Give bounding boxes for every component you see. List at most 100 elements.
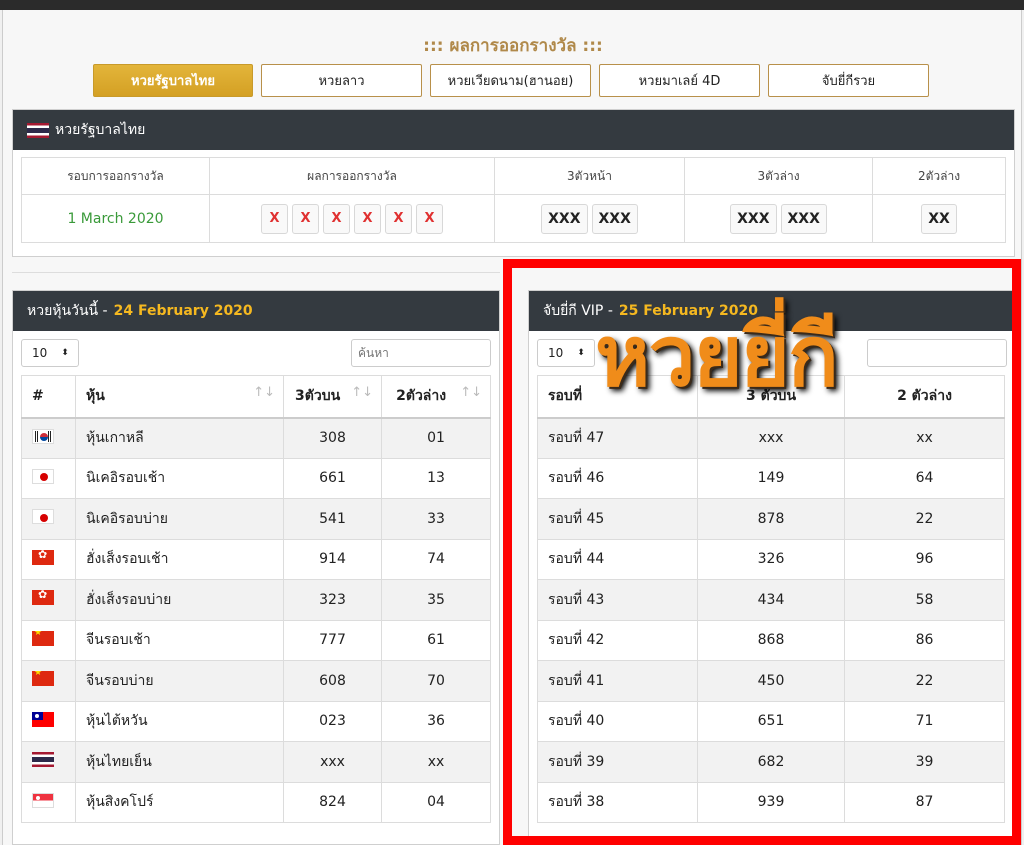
- table-row: จีนรอบบ่าย60870: [21, 660, 491, 702]
- table-row: ฮั่งเส็งรอบบ่าย32335: [21, 579, 491, 621]
- yiki-top3: 878: [697, 498, 845, 540]
- stock-search-input[interactable]: [351, 339, 491, 367]
- stock-top3: 914: [283, 538, 382, 580]
- stock-top3: 608: [283, 660, 382, 702]
- col-top3[interactable]: 3ตัวบน ↑↓: [283, 375, 382, 419]
- yiki-panel-title: จับยี่กี VIP -: [543, 303, 613, 319]
- divider: [12, 272, 500, 273]
- result-digit: X: [385, 203, 412, 234]
- yiki-table-body: รอบที่ 47 xxx xx รอบที่ 46 149 64 รอบที่ 45 878…: [537, 417, 1005, 823]
- window-top-bar: [0, 0, 1024, 10]
- col-index-label: #: [32, 388, 44, 405]
- flag-cell: [21, 781, 76, 823]
- back2-values: XX: [872, 194, 1006, 243]
- col-bottom2[interactable]: 2ตัวล่าง ↑↓: [381, 375, 491, 419]
- header-front3: 3ตัวหน้า: [494, 157, 685, 195]
- col-round[interactable]: รอบที่: [537, 375, 698, 419]
- result-digits: XXXXXX: [209, 194, 495, 243]
- result-digit: X: [416, 203, 443, 234]
- table-row: จีนรอบเช้า77761: [21, 619, 491, 661]
- result-digit: X: [261, 203, 288, 234]
- stock-top3: 323: [283, 579, 382, 621]
- table-row: หุ้นเกาหลี 308 01: [21, 417, 491, 459]
- yiki-bottom2: 71: [844, 700, 1005, 742]
- table-row: หุ้นไทยเย็น xxx xx: [21, 741, 491, 783]
- stock-bottom2: 35: [381, 579, 491, 621]
- front3-value: XXX: [591, 203, 638, 234]
- col-top3[interactable]: 3 ตัวบน: [697, 375, 845, 419]
- stock-bottom2: 61: [381, 619, 491, 661]
- page-size-value: 10: [548, 346, 564, 360]
- table-row: รอบที่ 46 149 64: [537, 457, 1005, 499]
- sg-flag-icon: [32, 792, 54, 808]
- lottery-tabs: หวยรัฐบาลไทย หวยลาว หวยเวียดนาม(ฮานอย) ห…: [93, 64, 929, 97]
- flag-cell: [21, 619, 76, 661]
- yiki-round: รอบที่ 43: [537, 579, 698, 621]
- stock-top3: 308: [283, 417, 382, 459]
- col-bottom2[interactable]: 2 ตัวล่าง: [844, 375, 1005, 419]
- flag-cell: [21, 741, 76, 783]
- jp-flag-icon: [32, 509, 54, 525]
- table-row: รอบที่ 47 xxx xx: [537, 417, 1005, 459]
- tab-lao[interactable]: หวยลาว: [261, 64, 422, 97]
- yiki-bottom2: 58: [844, 579, 1005, 621]
- yiki-round: รอบที่ 41: [537, 660, 698, 702]
- thai-panel-header: หวยรัฐบาลไทย: [13, 110, 1014, 150]
- yiki-bottom2: 87: [844, 781, 1005, 823]
- tab-yiki[interactable]: จับยี่กีรวย: [768, 64, 929, 97]
- flag-cell: [21, 417, 76, 459]
- sort-icon: ↑↓: [351, 385, 373, 401]
- col-index[interactable]: #: [21, 375, 76, 419]
- yiki-bottom2: 86: [844, 619, 1005, 661]
- flag-cell: [21, 457, 76, 499]
- round-date: 1 March 2020: [21, 194, 210, 243]
- select-arrows-icon: ⬍: [577, 348, 585, 358]
- table-row: รอบที่ 43 434 58: [537, 579, 1005, 621]
- stock-name: ฮั่งเส็งรอบบ่าย: [75, 579, 284, 621]
- stock-bottom2: 36: [381, 700, 491, 742]
- yiki-bottom2: 39: [844, 741, 1005, 783]
- table-row: รอบที่ 45 878 22: [537, 498, 1005, 540]
- stock-panel-header: หวยหุ้นวันนี้ - 24 February 2020: [13, 291, 499, 331]
- yiki-bottom2: 22: [844, 498, 1005, 540]
- tab-vietnam-hanoi[interactable]: หวยเวียดนาม(ฮานอย): [430, 64, 591, 97]
- table-row: รอบที่ 41 450 22: [537, 660, 1005, 702]
- header-round: รอบการออกรางวัล: [21, 157, 210, 195]
- stock-top3: 541: [283, 498, 382, 540]
- yiki-top3: 939: [697, 781, 845, 823]
- stock-bottom2: 74: [381, 538, 491, 580]
- yiki-top3: 682: [697, 741, 845, 783]
- yiki-round: รอบที่ 46: [537, 457, 698, 499]
- table-row: รอบที่ 42 868 86: [537, 619, 1005, 661]
- header-result: ผลการออกรางวัล: [209, 157, 495, 195]
- yiki-round: รอบที่ 42: [537, 619, 698, 661]
- result-digit: X: [354, 203, 381, 234]
- yiki-round: รอบที่ 47: [537, 417, 698, 459]
- yiki-page-size-select[interactable]: 10 ⬍: [537, 339, 595, 367]
- stock-name: หุ้นไทยเย็น: [75, 741, 284, 783]
- yiki-search-input[interactable]: [867, 339, 1007, 367]
- stock-page-size-select[interactable]: 10 ⬍: [21, 339, 79, 367]
- stock-top3: 661: [283, 457, 382, 499]
- tab-malay-4d[interactable]: หวยมาเลย์ 4D: [599, 64, 760, 97]
- table-row: รอบที่ 44 326 96: [537, 538, 1005, 580]
- sort-icon: ↑↓: [460, 385, 482, 401]
- th-flag-icon: [32, 752, 54, 768]
- front3-value: XXX: [541, 203, 588, 234]
- stock-name: นิเคอิรอบเช้า: [75, 457, 284, 499]
- yiki-top3: 651: [697, 700, 845, 742]
- flag-cell: [21, 660, 76, 702]
- yiki-top3: xxx: [697, 417, 845, 459]
- header-back3: 3ตัวล่าง: [684, 157, 873, 195]
- stock-name: จีนรอบเช้า: [75, 619, 284, 661]
- table-row: นิเคอิรอบบ่าย 541 33: [21, 498, 491, 540]
- back3-value: XXX: [780, 203, 827, 234]
- col-stock[interactable]: หุ้น ↑↓: [75, 375, 284, 419]
- hk-flag-icon: [32, 590, 54, 606]
- tab-thai-government[interactable]: หวยรัฐบาลไทย: [93, 64, 253, 97]
- flag-cell: [21, 498, 76, 540]
- stock-top3: xxx: [283, 741, 382, 783]
- results-page: ::: ผลการออกรางวัล ::: หวยรัฐบาลไทย หวยล…: [2, 10, 1022, 845]
- yiki-controls: 10 ⬍: [529, 331, 1014, 375]
- stock-results-table: # หุ้น ↑↓ 3ตัวบน ↑↓ 2ตัวล่าง ↑↓ หุ้นเกาหลี 3…: [21, 375, 491, 823]
